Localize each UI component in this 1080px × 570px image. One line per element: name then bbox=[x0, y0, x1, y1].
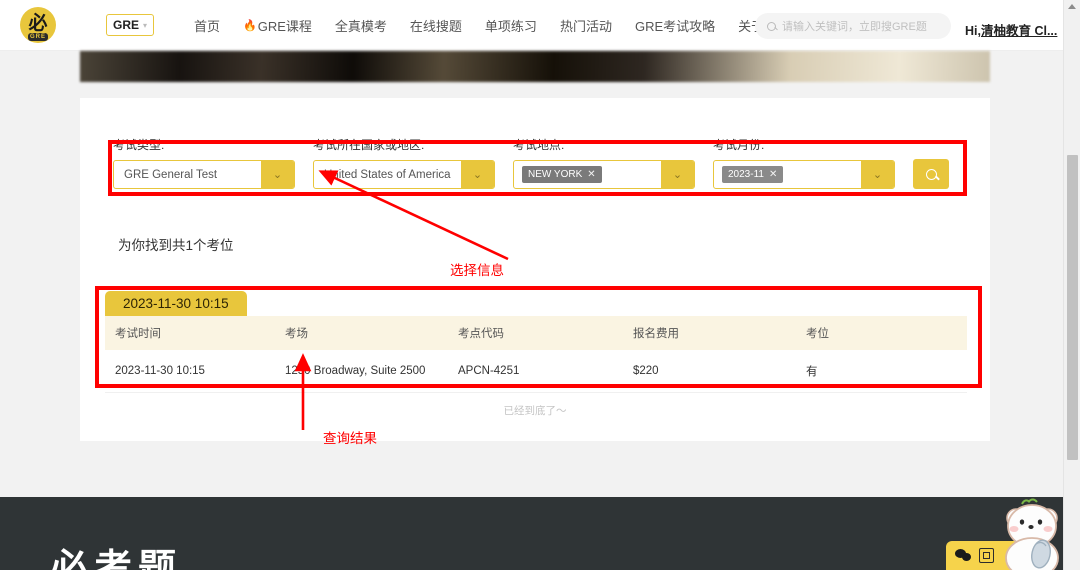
filter-exam-type-label: 考试类型: bbox=[113, 138, 165, 152]
chevron-down-icon[interactable]: ⌄ bbox=[461, 161, 494, 188]
nav-item-activities[interactable]: 热门活动 bbox=[560, 16, 612, 35]
nav-item-home-label: 首页 bbox=[194, 18, 221, 34]
nav-item-mock-exam[interactable]: 全真模考 bbox=[335, 16, 387, 35]
search-submit-button[interactable] bbox=[913, 159, 949, 189]
filter-country-control[interactable]: United States of America ⌄ bbox=[313, 160, 495, 189]
close-icon[interactable]: ✕ bbox=[587, 169, 595, 180]
site-footer: 必考题 bbox=[0, 497, 1063, 570]
page-root: 必 GRE GRE ▾ 首页 🔥 GRE课程 全真模考 在线搜题 单项练习 热门活… bbox=[0, 0, 1080, 570]
annotation-label-select-info: 选择信息 bbox=[450, 263, 504, 279]
filter-location-tag[interactable]: NEW YORK ✕ bbox=[522, 166, 602, 183]
logo-sublabel: GRE bbox=[28, 33, 48, 41]
filter-location-label: 考试地点: bbox=[513, 138, 565, 152]
nav-item-practice-label: 单项练习 bbox=[484, 18, 537, 34]
mascot-bear-illustration bbox=[1005, 498, 1059, 570]
table-row[interactable]: 2023-11-30 10:15 1250 Broadway, Suite 25… bbox=[105, 350, 967, 393]
nav-item-practice[interactable]: 单项练习 bbox=[485, 16, 537, 35]
chevron-down-icon[interactable]: ⌄ bbox=[261, 161, 294, 188]
filter-exam-type: 考试类型: GRE General Test ⌄ bbox=[113, 136, 295, 189]
site-header: 必 GRE GRE ▾ 首页 🔥 GRE课程 全真模考 在线搜题 单项练习 热门活… bbox=[0, 0, 1063, 51]
filter-month-label: 考试月份: bbox=[713, 138, 765, 152]
user-name: 清柚教育 Cl... bbox=[980, 24, 1058, 38]
annotation-label-query-result: 查询结果 bbox=[323, 431, 377, 447]
logo-glyph: 必 bbox=[28, 11, 48, 34]
filter-country-value: United States of America bbox=[324, 168, 451, 181]
chevron-down-icon[interactable]: ⌄ bbox=[861, 161, 894, 188]
exam-type-selector-label: GRE bbox=[112, 18, 139, 32]
close-icon[interactable]: ✕ bbox=[769, 169, 777, 180]
footer-brand-title: 必考题 bbox=[50, 546, 183, 570]
filter-month-tag-label: 2023-11 bbox=[728, 169, 764, 180]
cell-seat: 有 bbox=[796, 350, 967, 393]
cell-fee: $220 bbox=[623, 350, 796, 393]
user-account-link[interactable]: Hi,清柚教育 Cl... bbox=[965, 20, 1057, 39]
site-logo[interactable]: 必 GRE bbox=[20, 7, 56, 43]
end-of-list-text: 已经到底了～ bbox=[503, 405, 567, 417]
chevron-down-icon[interactable]: ⌄ bbox=[661, 161, 694, 188]
main-content-card: 考试类型: GRE General Test ⌄ 考试所在国家或地区: Unit… bbox=[80, 98, 990, 441]
fire-icon: 🔥 bbox=[243, 19, 257, 32]
cell-venue: 1250 Broadway, Suite 2500 bbox=[275, 350, 448, 393]
nav-item-activities-label: 热门活动 bbox=[559, 18, 612, 34]
wechat-icon[interactable] bbox=[955, 549, 972, 562]
chevron-down-icon: ▾ bbox=[143, 20, 148, 30]
filter-location-value-wrap: NEW YORK ✕ bbox=[514, 166, 661, 183]
filter-month-value-wrap: 2023-11 ✕ bbox=[714, 166, 861, 183]
nav-item-search-questions[interactable]: 在线搜题 bbox=[410, 16, 462, 35]
filter-bar: 考试类型: GRE General Test ⌄ 考试所在国家或地区: Unit… bbox=[113, 136, 949, 189]
cell-center-code: APCN-4251 bbox=[448, 350, 623, 393]
hero-banner-image bbox=[80, 51, 990, 82]
result-count-text: 为你找到共1个考位 bbox=[118, 238, 234, 253]
cell-exam-time: 2023-11-30 10:15 bbox=[105, 350, 275, 393]
filter-location-tag-label: NEW YORK bbox=[528, 169, 583, 180]
search-icon bbox=[925, 168, 937, 180]
column-header-center-code: 考点代码 bbox=[448, 316, 623, 350]
results-table: 考试时间 考场 考点代码 报名费用 考位 2023-11-30 10:15 12… bbox=[105, 316, 967, 393]
filter-exam-type-value: GRE General Test bbox=[124, 168, 218, 181]
filter-country-label: 考试所在国家或地区: bbox=[313, 138, 425, 152]
nav-item-search-questions-label: 在线搜题 bbox=[409, 18, 462, 34]
scroll-up-arrow-icon[interactable] bbox=[1068, 4, 1076, 9]
page-scrollbar[interactable] bbox=[1063, 0, 1080, 570]
filter-exam-type-control[interactable]: GRE General Test ⌄ bbox=[113, 160, 295, 189]
nav-item-gre-course[interactable]: 🔥 GRE课程 bbox=[243, 16, 312, 35]
nav-item-home[interactable]: 首页 bbox=[194, 16, 220, 35]
search-icon bbox=[767, 21, 776, 31]
scrollbar-thumb[interactable] bbox=[1067, 155, 1078, 460]
nav-item-mock-exam-label: 全真模考 bbox=[334, 18, 387, 34]
nav-item-gre-course-label: GRE课程 bbox=[257, 18, 312, 34]
result-date-badge: 2023-11-30 10:15 bbox=[105, 291, 247, 316]
exam-type-selector[interactable]: GRE ▾ bbox=[106, 14, 154, 36]
filter-country: 考试所在国家或地区: United States of America ⌄ bbox=[313, 136, 495, 189]
column-header-exam-time: 考试时间 bbox=[105, 316, 275, 350]
column-header-fee: 报名费用 bbox=[623, 316, 796, 350]
filter-month-tag[interactable]: 2023-11 ✕ bbox=[722, 166, 784, 183]
main-navigation: 首页 🔥GRE课程 全真模考 在线搜题 单项练习 热门活动 GRE考试攻略 关于… bbox=[194, 16, 790, 35]
column-header-seat: 考位 bbox=[796, 316, 967, 350]
search-input-placeholder: 请输入关键词，立即搜GRE题 bbox=[782, 21, 927, 33]
nav-item-gre-guide[interactable]: GRE考试攻略 bbox=[635, 16, 715, 35]
header-search-box[interactable]: 请输入关键词，立即搜GRE题 bbox=[755, 13, 951, 39]
results-block: 2023-11-30 10:15 考试时间 考场 考点代码 报名费用 考位 20… bbox=[105, 291, 967, 393]
filter-month: 考试月份: 2023-11 ✕ ⌄ bbox=[713, 136, 895, 189]
user-greeting: Hi, bbox=[965, 24, 981, 38]
column-header-venue: 考场 bbox=[275, 316, 448, 350]
filter-location-control[interactable]: NEW YORK ✕ ⌄ bbox=[513, 160, 695, 189]
table-header-row: 考试时间 考场 考点代码 报名费用 考位 bbox=[105, 316, 967, 350]
filter-month-control[interactable]: 2023-11 ✕ ⌄ bbox=[713, 160, 895, 189]
nav-item-gre-guide-label: GRE考试攻略 bbox=[634, 18, 716, 34]
filter-location: 考试地点: NEW YORK ✕ ⌄ bbox=[513, 136, 695, 189]
